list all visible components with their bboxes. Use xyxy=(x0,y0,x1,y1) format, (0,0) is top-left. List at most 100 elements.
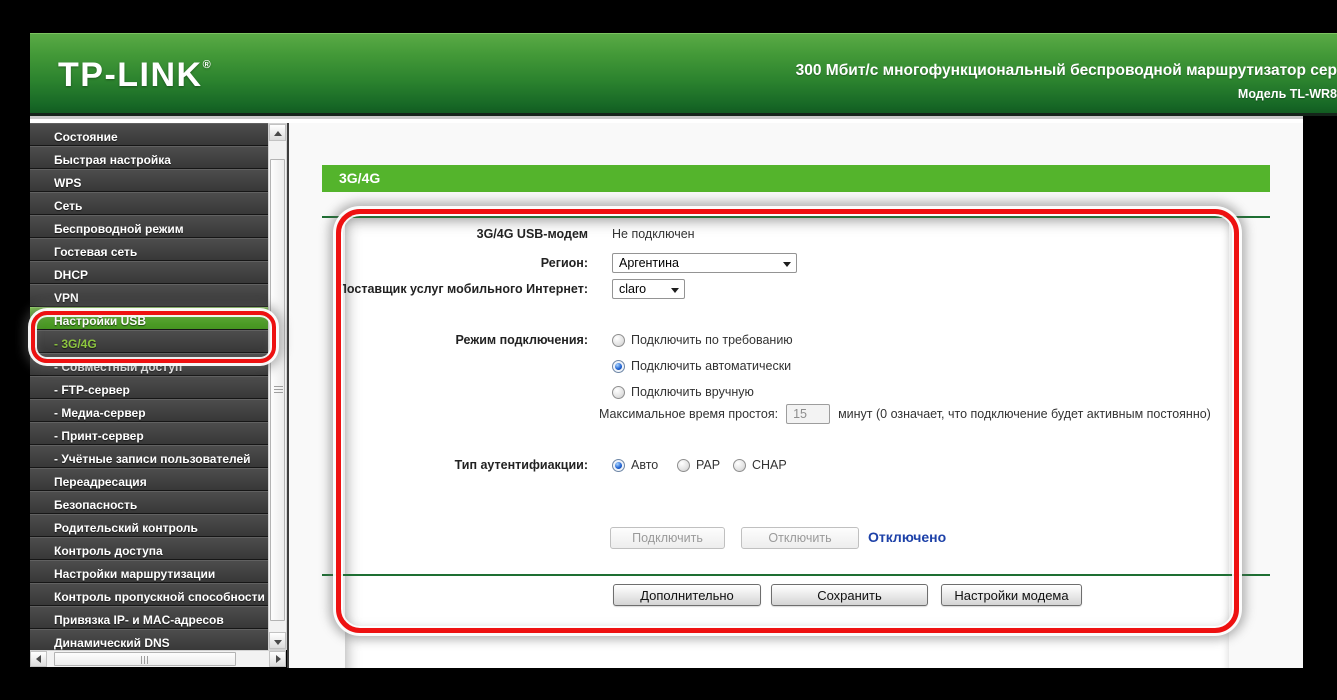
connect-button[interactable]: Подключить xyxy=(610,527,725,549)
sidebar-item-wireless[interactable]: Беспроводной режим xyxy=(30,215,268,238)
sidebar-item-routing[interactable]: Настройки маршрутизации xyxy=(30,560,268,583)
idle-time-suffix: минут (0 означает, что подключение будет… xyxy=(838,407,1211,421)
sidebar-item-user-accounts[interactable]: - Учётные записи пользователей xyxy=(30,445,268,468)
router-description: 300 Мбит/с многофункциональный беспровод… xyxy=(795,62,1337,79)
chevron-down-icon xyxy=(783,262,791,267)
region-label: Регион: xyxy=(540,256,588,270)
radio-button-checked-icon[interactable] xyxy=(612,359,625,373)
radio-label[interactable]: Подключить по требованию xyxy=(631,333,793,347)
sidebar-item-quick-setup[interactable]: Быстрая настройка xyxy=(30,146,268,169)
sidebar-item-label: Состояние xyxy=(54,130,118,144)
provider-select[interactable]: claro xyxy=(612,279,685,299)
radio-button-icon[interactable] xyxy=(612,333,625,347)
sidebar-item-label: - FTP-сервер xyxy=(54,383,130,397)
sidebar-item-wps[interactable]: WPS xyxy=(30,169,268,192)
sidebar-item-media-server[interactable]: - Медиа-сервер xyxy=(30,399,268,422)
sidebar-item-label: Гостевая сеть xyxy=(54,245,138,259)
header-divider xyxy=(30,116,1303,123)
radio-label[interactable]: Авто xyxy=(631,458,658,472)
arrow-down-icon xyxy=(274,640,282,645)
sidebar-item-network[interactable]: Сеть xyxy=(30,192,268,215)
modem-settings-button[interactable]: Настройки модема xyxy=(941,584,1082,606)
sidebar-item-label: - Совместный доступ xyxy=(54,360,183,374)
radio-label[interactable]: PAP xyxy=(696,458,720,472)
mode-option-manual[interactable]: Подключить вручную xyxy=(612,382,754,402)
sidebar-item-guest-network[interactable]: Гостевая сеть xyxy=(30,238,268,261)
sidebar-item-label: VPN xyxy=(54,291,79,305)
sidebar-item-parental-control[interactable]: Родительский контроль xyxy=(30,514,268,537)
modem-status-value: Не подключен xyxy=(612,227,695,241)
sidebar-item-label: Контроль доступа xyxy=(54,544,163,558)
sidebar-item-shared-access[interactable]: - Совместный доступ xyxy=(30,353,268,376)
idle-time-row: Максимальное время простоя: минут (0 озн… xyxy=(599,404,1211,424)
sidebar-item-security[interactable]: Безопасность xyxy=(30,491,268,514)
sidebar-item-label: WPS xyxy=(54,176,82,190)
sidebar-item-label: Привязка IP- и MAC-адресов xyxy=(54,613,224,627)
radio-button-icon[interactable] xyxy=(733,458,746,472)
registered-trademark-icon: ® xyxy=(202,59,211,71)
radio-button-icon[interactable] xyxy=(677,458,690,472)
logo-text: TP-LINK xyxy=(58,56,203,94)
idle-time-input[interactable] xyxy=(786,404,831,424)
provider-selected-value: claro xyxy=(619,282,647,296)
auth-option-pap[interactable]: PAP xyxy=(677,455,720,475)
sidebar-item-dynamic-dns[interactable]: Динамический DNS xyxy=(30,629,268,650)
connection-status-badge: Отключено xyxy=(868,529,947,545)
auth-option-auto[interactable]: Авто xyxy=(612,455,658,475)
main-content: 3G/4G 3G/4G USB-модем Не подключен Регио… xyxy=(289,123,1303,668)
advanced-button[interactable]: Дополнительно xyxy=(613,584,761,606)
radio-button-icon[interactable] xyxy=(612,385,625,399)
sidebar-item-label: Сеть xyxy=(54,199,83,213)
sidebar-item-bandwidth-control[interactable]: Контроль пропускной способности xyxy=(30,583,268,606)
sidebar-item-dhcp[interactable]: DHCP xyxy=(30,261,268,284)
sidebar-item-status[interactable]: Состояние xyxy=(30,123,268,146)
sidebar-nav: Состояние Быстрая настройка WPS Сеть Бес… xyxy=(30,123,268,650)
sidebar-item-label: - Медиа-сервер xyxy=(54,406,146,420)
modem-label: 3G/4G USB-модем xyxy=(476,227,588,241)
idle-time-label: Максимальное время простоя: xyxy=(599,407,779,421)
scroll-down-button[interactable] xyxy=(269,632,286,649)
scroll-left-button[interactable] xyxy=(30,651,47,667)
region-select[interactable]: Аргентина xyxy=(612,253,797,273)
vertical-scrollbar-thumb[interactable] xyxy=(270,159,285,621)
scroll-right-button[interactable] xyxy=(269,651,286,667)
sidebar-item-ftp-server[interactable]: - FTP-сервер xyxy=(30,376,268,399)
header: TP-LINK® 300 Мбит/с многофункциональный … xyxy=(30,33,1337,116)
mode-option-on-demand[interactable]: Подключить по требованию xyxy=(612,330,793,350)
sidebar-item-label: Настройки USB xyxy=(54,314,146,328)
radio-label[interactable]: CHAP xyxy=(752,458,787,472)
sidebar-item-access-control[interactable]: Контроль доступа xyxy=(30,537,268,560)
radio-button-checked-icon[interactable] xyxy=(612,458,625,472)
page: TP-LINK® 300 Мбит/с многофункциональный … xyxy=(0,0,1337,700)
sidebar-vertical-scrollbar[interactable] xyxy=(268,123,287,650)
sidebar-item-vpn[interactable]: VPN xyxy=(30,284,268,307)
scroll-up-button[interactable] xyxy=(269,124,286,141)
router-model: Модель TL-WR8 xyxy=(1237,87,1337,101)
auth-option-chap[interactable]: CHAP xyxy=(733,455,787,475)
sidebar-item-3g4g[interactable]: - 3G/4G xyxy=(30,330,268,353)
mode-option-automatic[interactable]: Подключить автоматически xyxy=(612,356,791,376)
sidebar-item-label: Настройки маршрутизации xyxy=(54,567,216,581)
arrow-left-icon xyxy=(36,655,41,663)
tp-link-logo: TP-LINK® xyxy=(58,56,211,95)
save-button[interactable]: Сохранить xyxy=(771,584,928,606)
sidebar-item-usb-settings[interactable]: Настройки USB xyxy=(30,307,268,330)
radio-label[interactable]: Подключить вручную xyxy=(631,385,754,399)
sidebar-item-label: Быстрая настройка xyxy=(54,153,171,167)
page-title: 3G/4G xyxy=(322,165,1270,192)
connection-mode-label: Режим подключения: xyxy=(455,333,588,347)
sidebar-horizontal-scrollbar[interactable] xyxy=(30,650,286,667)
sidebar-item-ip-mac-binding[interactable]: Привязка IP- и MAC-адресов xyxy=(30,606,268,629)
sidebar-item-forwarding[interactable]: Переадресация xyxy=(30,468,268,491)
sidebar-item-label: - Принт-сервер xyxy=(54,429,144,443)
sidebar-item-print-server[interactable]: - Принт-сервер xyxy=(30,422,268,445)
sidebar-item-label: Контроль пропускной способности xyxy=(54,590,265,604)
sidebar-item-label: DHCP xyxy=(54,268,89,282)
region-selected-value: Аргентина xyxy=(619,256,679,270)
auth-type-label: Тип аутентифиакции: xyxy=(454,458,588,472)
radio-label[interactable]: Подключить автоматически xyxy=(631,359,791,373)
chevron-down-icon xyxy=(671,288,679,293)
horizontal-scrollbar-thumb[interactable] xyxy=(54,652,236,666)
sidebar-item-label: Переадресация xyxy=(54,475,147,489)
disconnect-button[interactable]: Отключить xyxy=(741,527,859,549)
